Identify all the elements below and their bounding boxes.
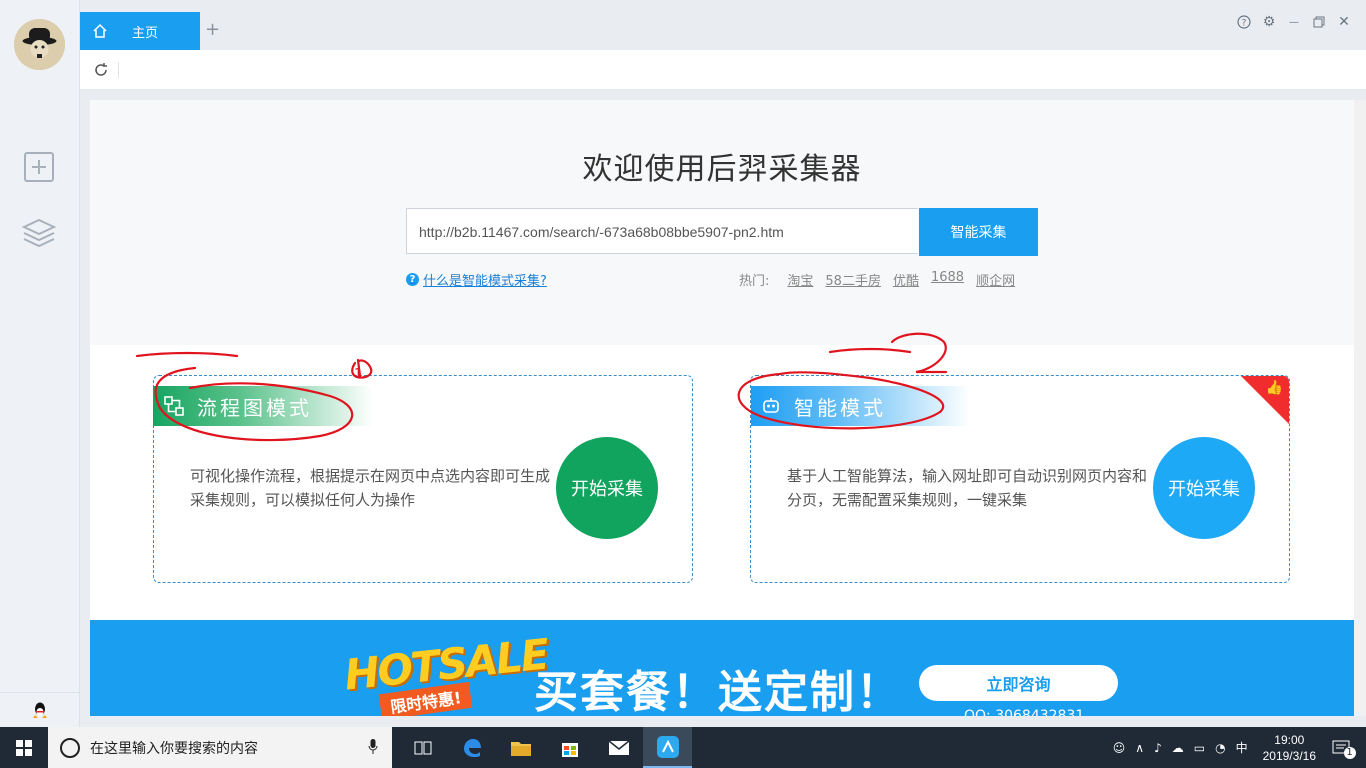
smart-mode-card: 👍 智能模式 基于人工智能算法，输入网址即可自动识别网页内容和分页，无需配置采集…	[750, 375, 1290, 583]
banner-qq: QQ: 3068432831	[964, 708, 1085, 716]
system-tray: ☺ ∧ ♪ ☁ ▭ ◔ 中 19:00 2019/3/16 1	[1108, 727, 1366, 768]
tab-label: 主页	[132, 25, 159, 41]
edge-browser-icon[interactable]	[447, 727, 496, 768]
hero-section: 欢迎使用后羿采集器 http://b2b.11467.com/search/-6…	[90, 100, 1354, 345]
what-is-smart-link-wrap: ? 什么是智能模式采集?	[406, 270, 547, 289]
flowchart-mode-header: 流程图模式	[153, 386, 373, 426]
chevron-up-icon[interactable]: ∧	[1135, 741, 1144, 755]
ime-indicator[interactable]: 中	[1236, 739, 1248, 756]
people-icon[interactable]: ☺	[1113, 741, 1126, 755]
smart-collect-button[interactable]: 智能采集	[919, 208, 1038, 256]
file-explorer-icon[interactable]	[496, 727, 545, 768]
store-icon[interactable]	[545, 727, 594, 768]
clock-time: 19:00	[1274, 732, 1305, 747]
microphone-icon[interactable]	[368, 739, 378, 755]
home-icon	[93, 23, 107, 38]
new-task-icon[interactable]	[22, 150, 56, 184]
url-input[interactable]: http://b2b.11467.com/search/-673a68b08bb…	[406, 208, 918, 254]
clock[interactable]: 19:00 2019/3/16	[1263, 732, 1316, 764]
taskbar-search-placeholder: 在这里输入你要搜索的内容	[90, 740, 258, 757]
flowchart-start-button[interactable]: 开始采集	[556, 437, 658, 539]
hot-sites: 热门: 淘宝 58二手房 优酷 1688 顺企网	[739, 270, 1015, 289]
flowchart-icon	[164, 396, 184, 416]
address-separator	[118, 62, 119, 78]
network-icon[interactable]: ◔	[1215, 741, 1225, 755]
minimize-button[interactable]: —	[1286, 14, 1302, 30]
hot-link[interactable]: 优酷	[893, 270, 919, 289]
help-icon[interactable]: ?	[1236, 14, 1252, 30]
content-scrollbar[interactable]	[1354, 100, 1366, 716]
notification-count: 1	[1343, 746, 1356, 759]
flowchart-mode-card: 流程图模式 可视化操作流程，根据提示在网页中点选内容即可生成采集规则，可以模拟任…	[153, 375, 693, 583]
hot-link[interactable]: 淘宝	[787, 270, 813, 289]
qq-icon[interactable]	[0, 692, 79, 727]
new-tab-button[interactable]: +	[205, 20, 220, 40]
page-title: 欢迎使用后羿采集器	[582, 152, 862, 187]
clock-date: 2019/3/16	[1262, 748, 1316, 763]
smart-start-button[interactable]: 开始采集	[1153, 437, 1255, 539]
cortana-icon	[60, 737, 80, 758]
what-is-smart-link[interactable]: 什么是智能模式采集?	[423, 270, 547, 289]
smart-mode-header: 智能模式	[751, 386, 970, 426]
reload-icon[interactable]	[92, 61, 110, 79]
settings-gear-icon[interactable]: ⚙	[1261, 14, 1277, 30]
tab-bar: 主页 + ? ⚙ — ✕	[80, 0, 1366, 50]
smart-mode-title: 智能模式	[794, 395, 886, 420]
cloud-icon[interactable]: ☁	[1172, 741, 1184, 755]
close-button[interactable]: ✕	[1336, 14, 1352, 30]
mail-icon[interactable]	[594, 727, 643, 768]
home-page: 欢迎使用后羿采集器 http://b2b.11467.com/search/-6…	[90, 100, 1354, 716]
windows-taskbar: 在这里输入你要搜索的内容 ☺ ∧ ♪ ☁ ▭ ◔ 中 19:00 2019/3/…	[0, 727, 1366, 768]
svg-text:?: ?	[1242, 19, 1247, 29]
taskbar-apps	[398, 727, 692, 768]
banner-slogan: 买套餐！送定制！	[534, 667, 902, 716]
flowchart-mode-title: 流程图模式	[197, 395, 312, 420]
battery-icon[interactable]: ▭	[1194, 741, 1205, 755]
thumbs-up-icon: 👍	[1265, 380, 1283, 396]
question-icon: ?	[406, 273, 419, 286]
flowchart-mode-description: 可视化操作流程，根据提示在网页中点选内容即可生成采集规则，可以模拟任何人为操作	[190, 467, 551, 509]
hot-label: 热门:	[739, 274, 770, 289]
consult-button[interactable]: 立即咨询	[919, 665, 1118, 701]
hot-link[interactable]: 顺企网	[976, 270, 1015, 289]
avatar[interactable]	[14, 19, 65, 70]
left-rail	[0, 0, 80, 727]
address-bar	[80, 50, 1366, 90]
layers-icon[interactable]	[22, 216, 56, 250]
task-view-icon[interactable]	[398, 727, 447, 768]
window-controls: ? ⚙ — ✕	[1236, 14, 1352, 30]
notification-center-icon[interactable]: 1	[1326, 727, 1366, 768]
taskbar-search[interactable]: 在这里输入你要搜索的内容	[48, 727, 392, 768]
windows-start-icon[interactable]	[0, 727, 48, 768]
volume-icon[interactable]: ♪	[1154, 741, 1162, 755]
tab-home[interactable]: 主页	[80, 12, 200, 50]
restore-icon[interactable]	[1311, 14, 1327, 30]
promo-banner: HOTSALE 限时特惠! 买套餐！送定制！ 立即咨询 QQ: 30684328…	[90, 620, 1354, 716]
robot-icon	[763, 398, 779, 413]
hot-link[interactable]: 1688	[931, 270, 964, 289]
hot-link[interactable]: 58二手房	[825, 270, 881, 289]
houyi-collector-app-icon[interactable]	[643, 727, 692, 768]
smart-mode-description: 基于人工智能算法，输入网址即可自动识别网页内容和分页，无需配置采集规则，一键采集	[787, 467, 1148, 509]
